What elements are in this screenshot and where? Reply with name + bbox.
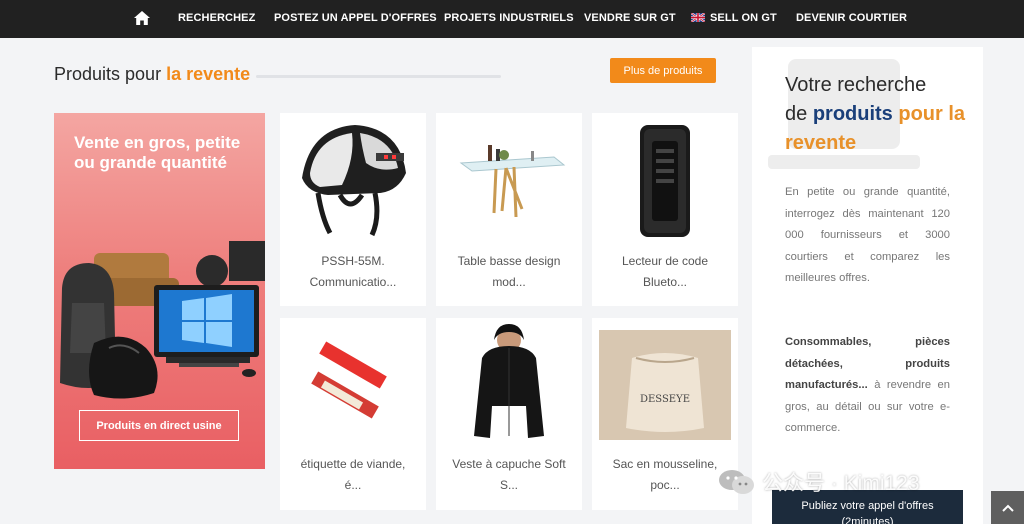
product-name-2: mod...	[492, 275, 526, 289]
product-card[interactable]: DESSEYE Sac en mousseline, poc...	[592, 318, 738, 510]
product-card[interactable]: PSSH-55M. Communicatio...	[280, 113, 426, 306]
home-icon[interactable]	[133, 9, 151, 27]
svg-text:DESSEYE: DESSEYE	[640, 394, 690, 405]
product-card[interactable]: Veste à capuche Soft S...	[436, 318, 582, 510]
post-tender-sublabel: (2minutes)	[841, 516, 894, 524]
factory-products-button[interactable]: Produits en direct usine	[79, 410, 239, 441]
product-image-muslin-bag: DESSEYE	[599, 330, 731, 440]
watermark: 公众号 · Kimi123	[718, 467, 920, 497]
side-paragraph-1: En petite ou grande quantité, interrogez…	[785, 186, 950, 284]
product-name-2: S...	[499, 478, 518, 492]
product-card[interactable]: Table basse design mod...	[436, 113, 582, 306]
top-nav: RECHERCHEZ POSTEZ UN APPEL D'OFFRES PROJ…	[0, 0, 1024, 38]
nav-sell-on-gt-label: SELL ON GT	[710, 12, 777, 24]
promo-title: Vente en gros, petite ou grande quantité	[74, 133, 241, 172]
search-info-panel: Votre recherche de produits pour la reve…	[752, 47, 983, 524]
promo-banner[interactable]: Vente en gros, petite ou grande quantité…	[54, 113, 265, 469]
product-name: Sac en mousseline,	[612, 457, 718, 471]
nav-projets-industriels[interactable]: PROJETS INDUSTRIELS	[444, 12, 574, 24]
product-name: Lecteur de code	[621, 254, 709, 268]
scroll-top-button[interactable]	[991, 491, 1024, 524]
side-heading-line1: Votre recherche	[785, 74, 927, 96]
side-paragraph-2: Consommables, pièces détachées, produits…	[785, 332, 950, 440]
product-image-jacket	[474, 324, 544, 438]
watermark-text: 公众号 · Kimi123	[762, 472, 920, 495]
nav-devenir-courtier[interactable]: DEVENIR COURTIER	[796, 12, 907, 24]
section-title: Produits pour la revente	[54, 64, 250, 85]
section-title-prefix: Produits pour	[54, 64, 162, 84]
product-card[interactable]: étiquette de viande, é...	[280, 318, 426, 510]
product-name-2: é...	[344, 478, 362, 492]
section-title-accent: la revente	[166, 64, 251, 84]
wechat-icon	[719, 470, 754, 494]
nav-postez-appel-offres[interactable]: POSTEZ UN APPEL D'OFFRES	[274, 12, 437, 24]
product-name: Veste à capuche Soft	[452, 457, 566, 471]
product-name-2: Communicatio...	[309, 275, 397, 289]
product-image-helmet	[302, 125, 406, 237]
product-name-2: Blueto...	[642, 275, 688, 289]
promo-products-illustration	[60, 241, 265, 399]
post-tender-label: Publiez votre appel d'offres	[801, 500, 934, 512]
chevron-up-icon	[1001, 504, 1014, 512]
product-name: étiquette de viande,	[300, 457, 406, 471]
product-image-code-reader	[640, 125, 690, 237]
product-image-meat-label	[311, 341, 387, 419]
nav-recherchez[interactable]: RECHERCHEZ	[178, 12, 255, 24]
side-heading-blue: produits	[812, 103, 893, 125]
title-divider	[256, 75, 501, 78]
side-heading: Votre recherche de produits pour la reve…	[785, 71, 970, 158]
product-name: PSSH-55M.	[321, 254, 385, 268]
product-name-2: poc...	[650, 478, 680, 492]
product-image-table	[459, 145, 566, 218]
product-card[interactable]: Lecteur de code Blueto...	[592, 113, 738, 306]
nav-sell-on-gt[interactable]: SELL ON GT	[691, 12, 777, 24]
nav-vendre-sur-gt[interactable]: VENDRE SUR GT	[584, 12, 676, 24]
product-name: Table basse design	[457, 254, 561, 268]
more-products-button[interactable]: Plus de produits	[610, 58, 716, 83]
uk-flag-icon	[691, 13, 705, 22]
side-heading-de: de	[785, 103, 808, 125]
